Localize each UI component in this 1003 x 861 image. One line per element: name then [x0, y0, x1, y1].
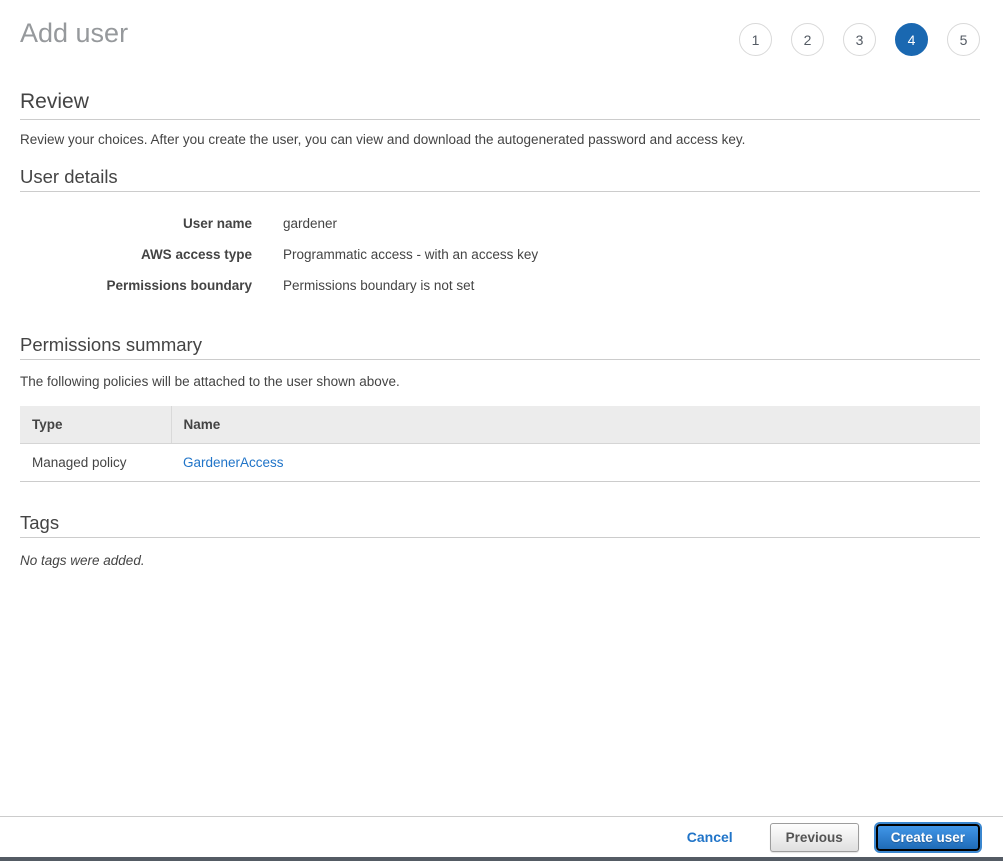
- attached-policies-table: Type Name Managed policy GardenerAccess: [20, 406, 980, 482]
- policy-type-cell: Managed policy: [20, 443, 171, 481]
- table-header-row: Type Name: [20, 406, 980, 443]
- wizard-step-indicator: 1 2 3 4 5: [720, 23, 980, 56]
- permissions-summary-divider: [20, 359, 980, 360]
- detail-row-user-name: User name gardener: [20, 208, 980, 239]
- access-type-value: Programmatic access - with an access key: [252, 247, 538, 262]
- step-2-indicator: 2: [791, 23, 824, 56]
- user-details-heading: User details: [20, 166, 980, 188]
- policy-link[interactable]: GardenerAccess: [183, 455, 284, 470]
- wizard-content: Review Review your choices. After you cr…: [0, 90, 1003, 568]
- access-type-label: AWS access type: [20, 247, 252, 262]
- previous-button[interactable]: Previous: [770, 823, 859, 852]
- detail-row-permissions-boundary: Permissions boundary Permissions boundar…: [20, 270, 980, 301]
- permissions-summary-heading: Permissions summary: [20, 334, 980, 356]
- tags-empty-message: No tags were added.: [20, 553, 980, 568]
- review-heading: Review: [20, 90, 980, 114]
- step-3-indicator: 3: [843, 23, 876, 56]
- permissions-boundary-label: Permissions boundary: [20, 278, 252, 293]
- tags-divider: [20, 537, 980, 538]
- policy-name-cell: GardenerAccess: [171, 443, 980, 481]
- table-row: Managed policy GardenerAccess: [20, 443, 980, 481]
- cancel-link[interactable]: Cancel: [687, 829, 733, 845]
- wizard-header: Add user 1 2 3 4 5: [0, 0, 1003, 48]
- user-details-divider: [20, 191, 980, 192]
- add-user-wizard-page: Add user 1 2 3 4 5 Review Review your ch…: [0, 0, 1003, 861]
- wizard-footer: Cancel Previous Create user: [0, 816, 1003, 861]
- tags-heading: Tags: [20, 512, 980, 534]
- step-4-indicator-active: 4: [895, 23, 928, 56]
- create-user-button[interactable]: Create user: [876, 824, 980, 851]
- name-column-header: Name: [171, 406, 980, 443]
- step-5-indicator: 5: [947, 23, 980, 56]
- step-1-indicator: 1: [739, 23, 772, 56]
- user-name-value: gardener: [252, 216, 337, 231]
- user-name-label: User name: [20, 216, 252, 231]
- detail-row-access-type: AWS access type Programmatic access - wi…: [20, 239, 980, 270]
- page-title: Add user: [20, 18, 128, 48]
- footer-bottom-bar: [0, 857, 1003, 861]
- user-details-list: User name gardener AWS access type Progr…: [20, 208, 980, 301]
- review-description: Review your choices. After you create th…: [20, 132, 980, 148]
- type-column-header: Type: [20, 406, 171, 443]
- review-divider: [20, 119, 980, 120]
- permissions-summary-description: The following policies will be attached …: [20, 374, 980, 390]
- permissions-boundary-value: Permissions boundary is not set: [252, 278, 474, 293]
